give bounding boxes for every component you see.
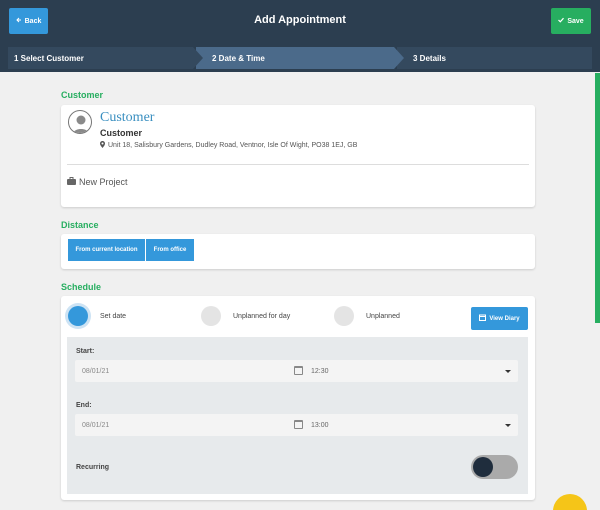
app-header: Back Add Appointment Save (0, 0, 600, 44)
check-icon (558, 17, 565, 25)
distance-card: From current location From office (61, 234, 535, 269)
from-office-button[interactable]: From office (146, 239, 194, 261)
view-diary-button[interactable]: View Diary (471, 307, 528, 330)
chat-fab-button[interactable] (553, 494, 587, 510)
recurring-label: Recurring (76, 464, 110, 471)
wizard-steps: 1 Select Customer 2 Date & Time 3 Detail… (0, 44, 600, 72)
schedule-card: Set date Unplanned for day Unplanned Vie… (61, 296, 535, 500)
calendar-icon (479, 314, 487, 323)
new-project-label: New Project (79, 177, 128, 187)
user-icon (73, 115, 89, 133)
start-time-value: 12:30 (311, 368, 329, 375)
chevron-down-icon[interactable] (505, 424, 511, 427)
start-date-value: 08/01/21 (82, 368, 110, 375)
distance-section-title: Distance (61, 220, 99, 230)
customer-address: Unit 18, Salisbury Gardens, Dudley Road,… (100, 141, 357, 150)
end-label: End: (76, 402, 92, 409)
step-label: 2 Date & Time (212, 53, 265, 63)
toggle-knob (473, 457, 493, 477)
divider (67, 164, 529, 165)
customer-name: Customer (100, 128, 143, 138)
avatar (68, 110, 92, 134)
map-marker-icon (100, 141, 105, 150)
recurring-toggle[interactable] (471, 455, 518, 479)
step-label: 3 Details (413, 53, 446, 63)
customer-display-name: Customer (100, 110, 155, 125)
step-select-customer[interactable]: 1 Select Customer (8, 47, 203, 69)
radio-unplanned[interactable] (334, 306, 354, 326)
view-diary-label: View Diary (489, 315, 520, 322)
step-arrow (193, 47, 203, 69)
start-datetime-field[interactable]: 08/01/21 12:30 (75, 360, 518, 382)
scrollbar[interactable] (595, 73, 600, 323)
date-time-panel: Start: 08/01/21 12:30 End: 08/01/21 13:0… (67, 337, 528, 494)
briefcase-icon (67, 177, 76, 187)
end-date-value: 08/01/21 (82, 422, 110, 429)
new-project-link[interactable]: New Project (67, 177, 128, 187)
step-date-time[interactable]: 2 Date & Time (196, 47, 404, 69)
page-title: Add Appointment (254, 14, 346, 26)
customer-card: Customer Customer Unit 18, Salisbury Gar… (61, 105, 535, 207)
customer-section-title: Customer (61, 90, 104, 100)
step-label: 1 Select Customer (14, 53, 84, 63)
end-time-value: 13:00 (311, 422, 329, 429)
customer-address-text: Unit 18, Salisbury Gardens, Dudley Road,… (108, 142, 358, 149)
save-button[interactable]: Save (551, 8, 591, 34)
schedule-section-title: Schedule (61, 282, 102, 292)
start-label: Start: (76, 348, 95, 355)
radio-set-date-label: Set date (100, 313, 127, 320)
from-current-location-button[interactable]: From current location (68, 239, 145, 261)
step-arrow (394, 47, 404, 69)
radio-unplanned-for-day-label: Unplanned for day (233, 313, 291, 320)
radio-set-date[interactable] (68, 306, 88, 326)
step-details[interactable]: 3 Details (397, 47, 592, 69)
chevron-down-icon[interactable] (505, 370, 511, 373)
calendar-icon[interactable] (294, 366, 303, 375)
radio-unplanned-for-day[interactable] (201, 306, 221, 326)
radio-unplanned-label: Unplanned (366, 313, 400, 320)
calendar-icon[interactable] (294, 420, 303, 429)
save-button-label: Save (567, 17, 584, 25)
end-datetime-field[interactable]: 08/01/21 13:00 (75, 414, 518, 436)
